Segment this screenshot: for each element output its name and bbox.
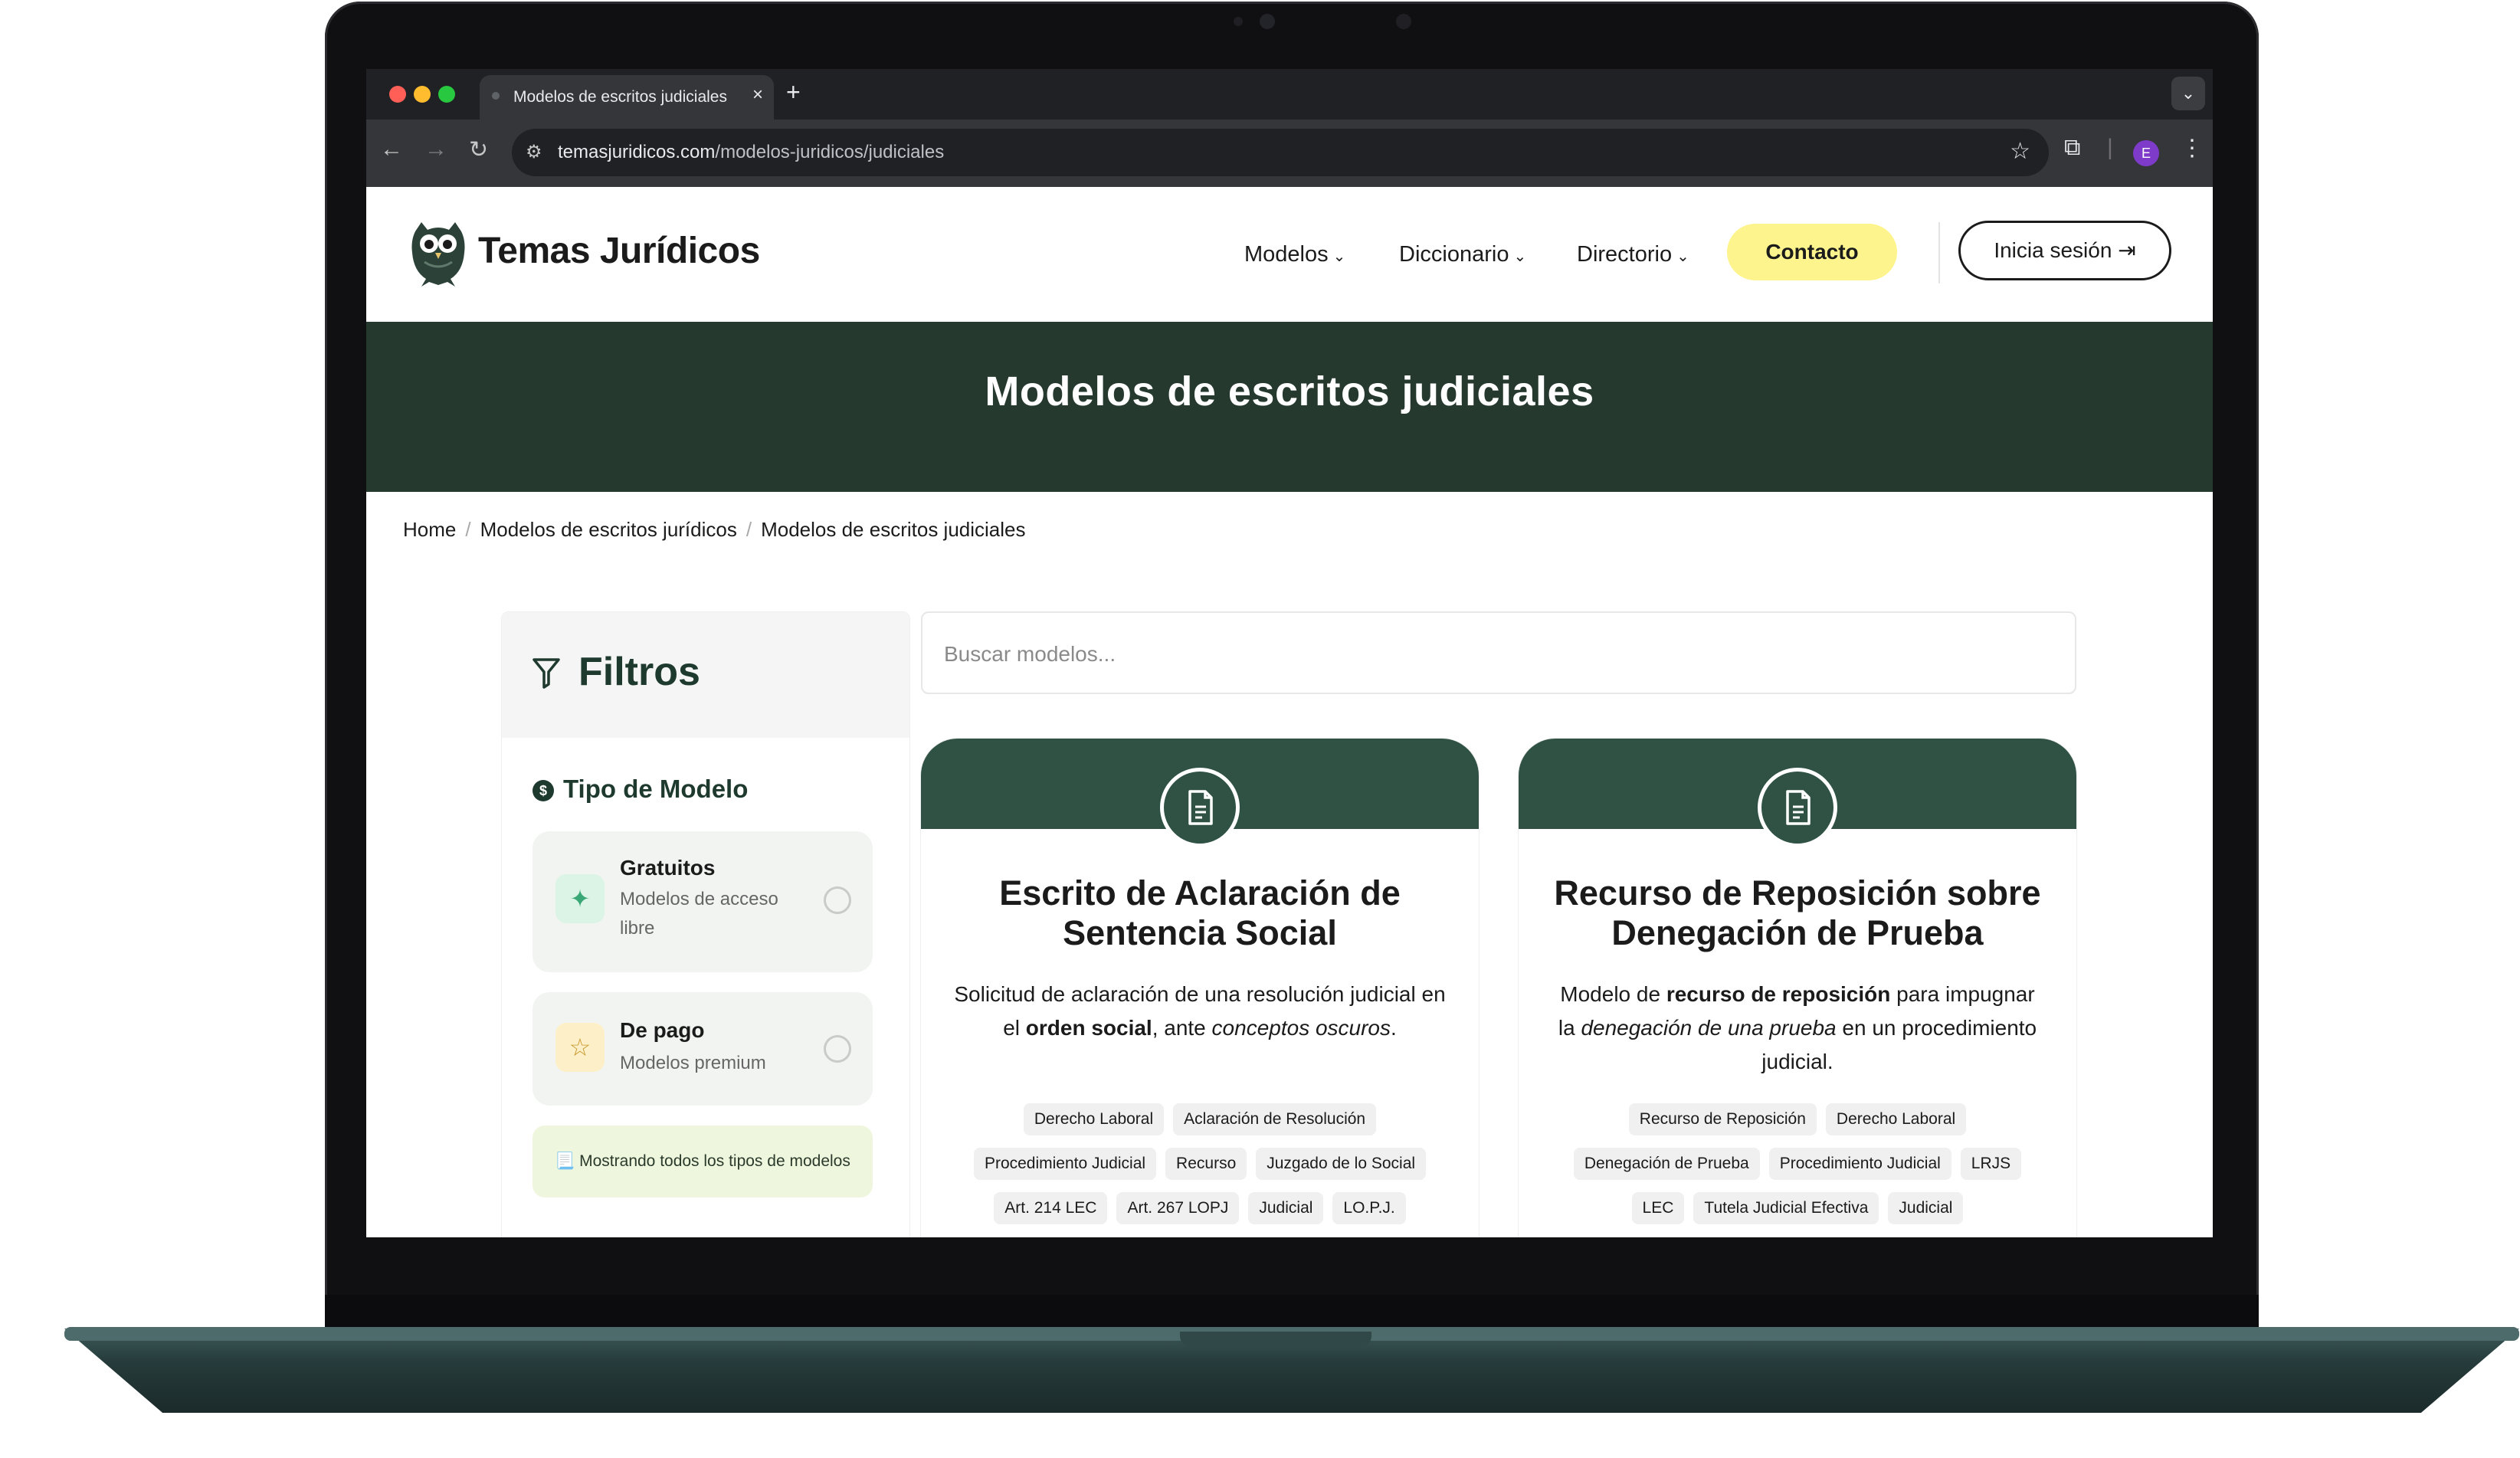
document-icon <box>1786 790 1811 825</box>
browser-tab[interactable]: Modelos de escritos judiciales × <box>480 75 774 120</box>
tag[interactable]: LRJS <box>1960 1148 2022 1180</box>
site-header: Temas Jurídicos Modelos ⌄ Diccionario ⌄ Di… <box>366 187 2213 323</box>
option-subtitle: Modelos de acceso libre <box>620 889 778 939</box>
tag[interactable]: Aclaración de Resolución <box>1173 1103 1377 1135</box>
card-icon-badge <box>1160 768 1240 847</box>
filters-panel: Filtros $ Tipo de Modelo ✦ Gratuitos Mode… <box>501 611 910 1237</box>
option-title: De pago <box>620 1018 705 1042</box>
tag[interactable]: Art. 267 LOPJ <box>1116 1192 1240 1224</box>
tag[interactable]: Art. 214 LEC <box>994 1192 1108 1224</box>
tag[interactable]: Recurso de Reposición <box>1628 1103 1817 1135</box>
tag[interactable]: LO.P.J. <box>1332 1192 1406 1224</box>
chevron-down-icon: ⌄ <box>1513 248 1527 265</box>
breadcrumb-escritos-juridicos[interactable]: Modelos de escritos jurídicos <box>480 518 737 541</box>
nav-modelos[interactable]: Modelos ⌄ <box>1244 242 1345 267</box>
tag-list: Derecho Laboral Aclaración de Resolución … <box>947 1103 1453 1237</box>
new-tab-button[interactable]: + <box>786 78 801 106</box>
option-title: Gratuitos <box>620 856 716 880</box>
favicon-icon <box>492 92 500 100</box>
sparkles-icon: ✦ <box>555 874 605 923</box>
tab-bar: Modelos de escritos judiciales × + ⌄ <box>366 69 2213 120</box>
filter-status-note: 📃 Mostrando todos los tipos de modelos <box>533 1125 873 1198</box>
back-arrow-icon[interactable]: ← <box>380 136 403 162</box>
page-title: Modelos de escritos judiciales <box>985 369 1594 414</box>
browser-window: Modelos de escritos judiciales × + ⌄ ← →… <box>366 69 2213 1237</box>
login-button[interactable]: Inicia sesión ⇥ <box>1958 221 2171 280</box>
tag[interactable]: Juzgado de lo Social <box>1256 1148 1427 1180</box>
search-box[interactable]: Buscar modelos... <box>921 611 2076 694</box>
tag-list: Recurso de Reposición Derecho Laboral Den… <box>1545 1103 2050 1237</box>
search-input[interactable]: Buscar modelos... <box>944 642 1116 667</box>
url-text[interactable]: temasjuridicos.com/modelos-juridicos/jud… <box>558 142 944 163</box>
login-arrow-icon: ⇥ <box>2118 238 2136 262</box>
dollar-icon: $ <box>533 780 554 802</box>
model-type-heading: $ Tipo de Modelo <box>533 775 748 804</box>
chevron-down-icon: ⌄ <box>1676 248 1689 265</box>
extensions-icon[interactable]: ⧉ <box>2064 135 2080 161</box>
tag[interactable]: Derecho Laboral <box>1023 1103 1165 1135</box>
laptop-chin <box>325 1295 2259 1329</box>
laptop-notch <box>1180 1332 1371 1347</box>
minimize-window-button[interactable] <box>414 86 431 103</box>
tag[interactable]: Judicial <box>1248 1192 1324 1224</box>
hero-banner: Modelos de escritos judiciales <box>366 322 2213 492</box>
tag[interactable]: Derecho Laboral <box>1825 1103 1967 1135</box>
logo-text[interactable]: Temas Jurídicos <box>478 230 760 272</box>
breadcrumb-home[interactable]: Home <box>403 518 456 541</box>
filters-title: Filtros <box>578 650 700 694</box>
profile-avatar[interactable]: E <box>2133 140 2159 166</box>
nav-directorio[interactable]: Directorio ⌄ <box>1577 242 1689 267</box>
contact-button[interactable]: Contacto <box>1727 224 1897 280</box>
address-bar[interactable]: ⚙ temasjuridicos.com/modelos-juridicos/j… <box>512 129 2049 176</box>
card-title[interactable]: Escrito de Aclaración de Sentencia Socia… <box>944 873 1456 953</box>
close-tab-icon[interactable]: × <box>752 84 763 106</box>
site-settings-icon[interactable]: ⚙ <box>526 141 542 163</box>
bookmark-star-icon[interactable]: ☆ <box>2010 138 2030 165</box>
maximize-window-button[interactable] <box>438 86 455 103</box>
tab-search-chevron-icon[interactable]: ⌄ <box>2171 77 2205 110</box>
tag[interactable]: Recurso <box>1165 1148 1247 1180</box>
tag[interactable]: Denegación de Prueba <box>1573 1148 1760 1180</box>
header-divider <box>1938 222 1940 283</box>
card-description: Solicitud de aclaración de una resolució… <box>954 982 1446 1040</box>
tag[interactable]: LEC <box>1631 1192 1685 1224</box>
tag[interactable]: Tutela Judicial Efectiva <box>1693 1192 1879 1224</box>
radio-gratuitos[interactable] <box>824 886 851 914</box>
star-icon: ☆ <box>555 1023 605 1072</box>
card-title[interactable]: Recurso de Reposición sobre Denegación d… <box>1542 873 2053 953</box>
browser-toolbar: ← → ↻ ⚙ temasjuridicos.com/modelos-jurid… <box>366 120 2213 187</box>
breadcrumb-current: Modelos de escritos judiciales <box>761 518 1026 541</box>
owl-logo-icon[interactable] <box>405 218 472 288</box>
filter-option-de-pago[interactable]: ☆ De pago Modelos premium <box>533 992 873 1106</box>
filters-header: Filtros <box>502 612 909 738</box>
close-window-button[interactable] <box>389 86 406 103</box>
forward-arrow-icon[interactable]: → <box>424 136 447 162</box>
toolbar-divider: | <box>2107 135 2113 160</box>
breadcrumb: Home / Modelos de escritos jurídicos / Model… <box>403 518 1026 541</box>
tag[interactable]: Procedimiento Judicial <box>1768 1148 1951 1180</box>
model-card[interactable]: Recurso de Reposición sobre Denegación d… <box>1519 739 2076 1237</box>
funnel-icon <box>533 658 560 689</box>
radio-de-pago[interactable] <box>824 1035 851 1063</box>
tag[interactable]: Judicial <box>1888 1192 1964 1224</box>
tab-title: Modelos de escritos judiciales <box>513 88 727 106</box>
filter-option-gratuitos[interactable]: ✦ Gratuitos Modelos de acceso libre <box>533 831 873 972</box>
model-card[interactable]: Escrito de Aclaración de Sentencia Socia… <box>921 739 1479 1237</box>
nav-diccionario[interactable]: Diccionario ⌄ <box>1399 242 1526 267</box>
document-icon <box>1188 790 1213 825</box>
card-description: Modelo de recurso de reposición para imp… <box>1558 982 2037 1073</box>
kebab-menu-icon[interactable]: ⋮ <box>2181 135 2204 162</box>
option-subtitle: Modelos premium <box>620 1053 766 1073</box>
tag[interactable]: Procedimiento Judicial <box>973 1148 1157 1180</box>
reload-icon[interactable]: ↻ <box>469 136 488 163</box>
chevron-down-icon: ⌄ <box>1332 248 1346 265</box>
card-icon-badge <box>1758 768 1837 847</box>
